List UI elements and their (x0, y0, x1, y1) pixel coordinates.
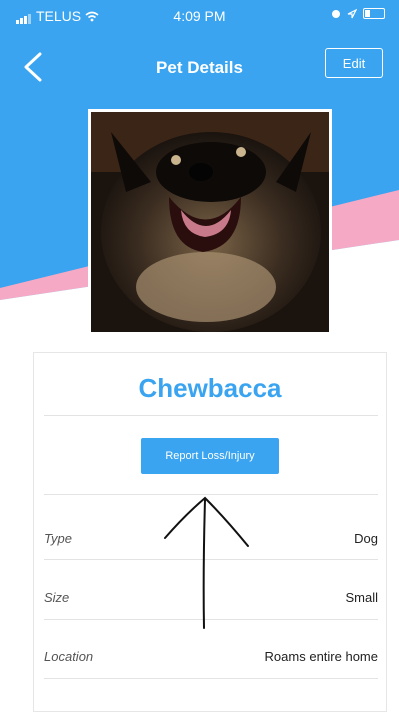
divider (44, 619, 378, 620)
detail-value: Roams entire home (264, 649, 378, 664)
divider (44, 559, 378, 560)
detail-row-size: Size Small (44, 590, 378, 610)
pet-details-card: Chewbacca Report Loss/Injury Type Dog Si… (33, 352, 387, 712)
divider (44, 494, 378, 495)
edit-button[interactable]: Edit (325, 48, 383, 78)
pet-photo (88, 109, 332, 335)
battery-icon (363, 8, 385, 19)
detail-label: Location (44, 649, 94, 664)
pet-name: Chewbacca (138, 373, 282, 403)
detail-label: Size (44, 590, 70, 605)
detail-label: Type (44, 531, 72, 546)
detail-value: Dog (354, 531, 378, 546)
status-bar: TELUS 4:09 PM (0, 0, 399, 30)
detail-value: Small (345, 590, 378, 605)
divider (44, 415, 378, 416)
detail-row-location: Location Roams entire home (44, 649, 378, 669)
location-icon (347, 8, 357, 18)
alarm-icon (332, 9, 340, 18)
divider (44, 678, 378, 679)
report-loss-injury-button[interactable]: Report Loss/Injury (141, 438, 279, 474)
detail-row-type: Type Dog (44, 531, 378, 551)
